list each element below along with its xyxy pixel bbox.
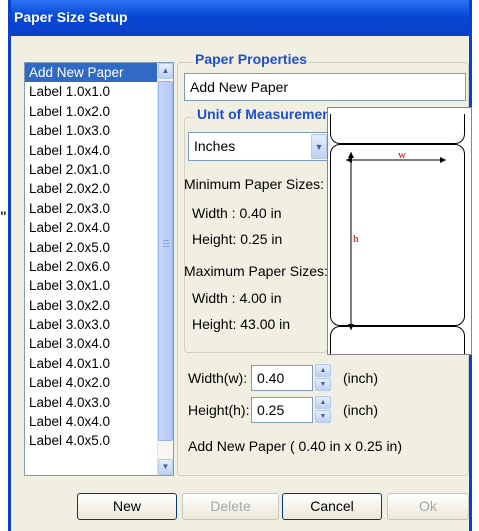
list-item[interactable]: Label 3.0x4.0 xyxy=(25,334,173,353)
stray-mark: " xyxy=(0,208,7,224)
list-item[interactable]: Label 4.0x5.0 xyxy=(25,431,173,450)
width-spinner[interactable]: ▲ ▼ xyxy=(315,364,331,392)
title-bar[interactable]: Paper Size Setup xyxy=(11,0,469,36)
cancel-button[interactable]: Cancel xyxy=(282,493,382,520)
scroll-down-icon: ▼ xyxy=(161,462,170,471)
delete-button[interactable]: Delete xyxy=(182,493,279,520)
spin-up-icon[interactable]: ▲ xyxy=(315,364,331,377)
unit-of-measurement-title: Unit of Measurement xyxy=(195,106,338,122)
height-spinner[interactable]: ▲ ▼ xyxy=(315,396,331,424)
preview-height-label: h xyxy=(353,233,359,245)
ok-button[interactable]: Ok xyxy=(387,493,469,520)
paper-name-input[interactable]: Add New Paper xyxy=(184,73,466,101)
max-sizes-title: Maximum Paper Sizes: xyxy=(184,263,328,279)
min-width-text: Width : 0.40 in xyxy=(192,205,282,221)
list-item[interactable]: Label 4.0x1.0 xyxy=(25,354,173,373)
paper-list[interactable]: Add New Paper Label 1.0x1.0 Label 1.0x2.0 L… xyxy=(24,62,174,476)
scroll-thumb[interactable] xyxy=(158,81,173,441)
spin-down-icon[interactable]: ▼ xyxy=(315,378,331,391)
window-title: Paper Size Setup xyxy=(14,9,128,25)
scroll-up-button[interactable]: ▲ xyxy=(158,63,173,79)
preview-width-label: w xyxy=(398,149,406,161)
paper-list-scrollbar[interactable]: ▲ ▼ xyxy=(157,63,173,475)
paper-list-items: Add New Paper Label 1.0x1.0 Label 1.0x2.0 L… xyxy=(25,63,173,451)
list-item[interactable]: Label 4.0x4.0 xyxy=(25,412,173,431)
unit-select[interactable]: Inches ▼ xyxy=(188,132,329,161)
list-item[interactable]: Label 1.0x1.0 xyxy=(25,82,173,101)
list-item[interactable]: Label 2.0x2.0 xyxy=(25,179,173,198)
list-item[interactable]: Label 2.0x1.0 xyxy=(25,160,173,179)
list-item[interactable]: Add New Paper xyxy=(25,63,173,83)
paper-properties-title: Paper Properties xyxy=(193,51,310,67)
list-item[interactable]: Label 1.0x2.0 xyxy=(25,102,173,121)
scroll-thumb-grip xyxy=(163,240,169,241)
list-item[interactable]: Label 1.0x4.0 xyxy=(25,141,173,160)
list-item[interactable]: Label 2.0x3.0 xyxy=(25,199,173,218)
min-sizes-title: Minimum Paper Sizes: xyxy=(184,176,325,192)
list-item[interactable]: Label 3.0x1.0 xyxy=(25,276,173,295)
size-summary-text: Add New Paper ( 0.40 in x 0.25 in) xyxy=(188,438,403,454)
list-item[interactable]: Label 3.0x3.0 xyxy=(25,315,173,334)
scroll-down-button[interactable]: ▼ xyxy=(158,459,173,475)
width-unit-label: (inch) xyxy=(343,370,379,386)
list-item[interactable]: Label 3.0x2.0 xyxy=(25,296,173,315)
list-item[interactable]: Label 1.0x3.0 xyxy=(25,121,173,140)
paper-size-setup-window: Paper Size Setup Add New Paper Label 1.0x… xyxy=(8,0,472,531)
preview-dimension-lines xyxy=(346,152,446,330)
scroll-thumb-grip xyxy=(163,246,169,247)
list-item[interactable]: Label 2.0x5.0 xyxy=(25,238,173,257)
list-item[interactable]: Label 4.0x2.0 xyxy=(25,373,173,392)
spin-down-icon[interactable]: ▼ xyxy=(315,410,331,423)
max-width-text: Width : 4.00 in xyxy=(192,290,282,306)
height-unit-label: (inch) xyxy=(343,402,379,418)
min-height-text: Height: 0.25 in xyxy=(192,231,283,247)
spin-up-icon[interactable]: ▲ xyxy=(315,396,331,409)
label-preview: w h xyxy=(327,107,472,355)
dropdown-button[interactable]: ▼ xyxy=(311,134,327,159)
max-height-text: Height: 43.00 in xyxy=(192,316,291,332)
height-label: Height(h): xyxy=(188,402,250,418)
scroll-thumb-grip xyxy=(163,243,169,244)
list-item[interactable]: Label 2.0x6.0 xyxy=(25,257,173,276)
width-input[interactable]: 0.40 xyxy=(251,365,313,391)
new-button[interactable]: New xyxy=(77,493,177,520)
unit-select-value: Inches xyxy=(194,138,236,154)
list-item[interactable]: Label 4.0x3.0 xyxy=(25,393,173,412)
scroll-up-icon: ▲ xyxy=(161,66,170,75)
list-item[interactable]: Label 2.0x4.0 xyxy=(25,218,173,237)
chevron-down-icon: ▼ xyxy=(314,142,324,152)
width-label: Width(w): xyxy=(188,370,248,386)
height-input[interactable]: 0.25 xyxy=(251,397,313,423)
